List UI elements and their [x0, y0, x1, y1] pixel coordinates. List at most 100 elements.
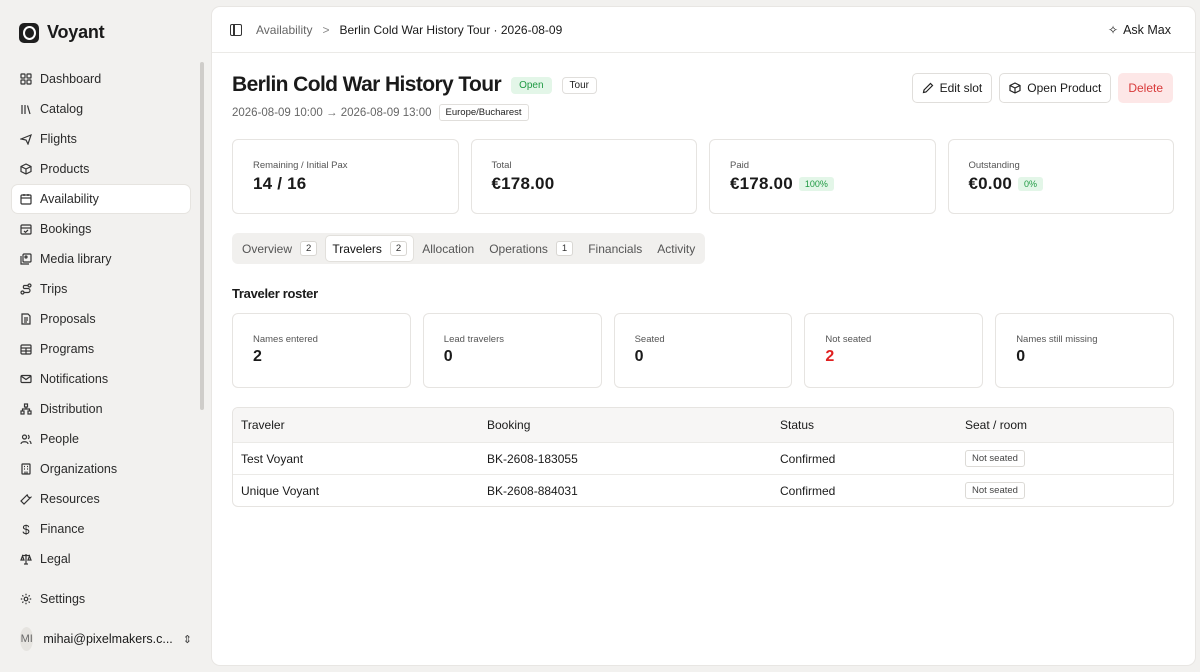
- sidebar-item-legal[interactable]: Legal: [12, 545, 190, 573]
- page-header: Berlin Cold War History Tour Open Tour 2…: [232, 73, 597, 121]
- sparkles-icon: ✧: [1108, 22, 1119, 37]
- sidebar-item-label: Bookings: [40, 222, 92, 236]
- table-row[interactable]: Unique Voyant BK-2608-884031 Confirmed N…: [233, 474, 1173, 506]
- sidebar-nav: Dashboard Catalog Flights Products Avail…: [12, 65, 190, 575]
- sidebar-item-resources[interactable]: Resources: [12, 485, 190, 513]
- avatar: MI: [20, 627, 34, 651]
- roster-card-not-seated: Not seated 2: [804, 313, 984, 388]
- column-header: Booking: [487, 418, 531, 432]
- chevron-up-down-icon: ⇕: [182, 633, 192, 646]
- sidebar-item-label: Resources: [40, 492, 100, 506]
- scale-icon: [20, 553, 32, 565]
- booking-ref[interactable]: BK-2608-884031: [480, 484, 773, 498]
- sidebar-item-bookings[interactable]: Bookings: [12, 215, 190, 243]
- sidebar-item-notifications[interactable]: Notifications: [12, 365, 190, 393]
- stat-label: Names entered: [253, 334, 318, 345]
- sidebar-item-label: Trips: [40, 282, 68, 296]
- sidebar-item-organizations[interactable]: Organizations: [12, 455, 190, 483]
- sidebar-item-availability[interactable]: Availability: [12, 185, 190, 213]
- edit-slot-button[interactable]: Edit slot: [911, 73, 993, 103]
- breadcrumb-separator: >: [322, 22, 330, 37]
- sidebar-item-media-library[interactable]: Media library: [12, 245, 190, 273]
- sidebar-item-label: Flights: [40, 132, 77, 146]
- sidebar-item-label: Catalog: [40, 102, 84, 116]
- mail-icon: [20, 373, 32, 385]
- table-header-row: Traveler Booking Status Seat / room: [233, 408, 1173, 442]
- tab-travelers[interactable]: Travelers 2: [326, 236, 414, 261]
- stat-value: €178.00: [491, 174, 555, 193]
- sidebar-item-proposals[interactable]: Proposals: [12, 305, 190, 333]
- booking-ref[interactable]: BK-2608-183055: [480, 452, 773, 466]
- stat-value: €0.00: [968, 174, 1013, 193]
- sidebar-item-programs[interactable]: Programs: [12, 335, 190, 363]
- sidebar-item-settings[interactable]: Settings: [12, 585, 190, 613]
- stat-value: 0: [634, 348, 644, 365]
- voyant-logo-icon: [19, 22, 39, 43]
- stat-label: Lead travelers: [443, 334, 504, 345]
- user-menu[interactable]: MI mihai@pixelmakers.c... ⇕: [20, 627, 192, 651]
- dashboard-icon: [20, 73, 32, 85]
- sidebar-item-label: Settings: [40, 592, 86, 606]
- sidebar-item-dashboard[interactable]: Dashboard: [12, 65, 190, 93]
- tab-label: Operations: [489, 241, 548, 256]
- sidebar-item-label: Distribution: [40, 402, 103, 416]
- seat-badge: Not seated: [965, 482, 1025, 499]
- topbar: Availability > Berlin Cold War History T…: [212, 7, 1195, 53]
- package-icon: [20, 163, 32, 175]
- sidebar-item-label: Media library: [40, 252, 112, 266]
- sidebar-scrollbar[interactable]: [200, 62, 204, 410]
- sidebar-toggle-icon[interactable]: [230, 23, 242, 36]
- tab-label: Travelers: [332, 241, 382, 256]
- stat-label: Remaining / Initial Pax: [253, 160, 348, 171]
- sidebar-item-distribution[interactable]: Distribution: [12, 395, 190, 423]
- tab-overview[interactable]: Overview 2: [236, 236, 323, 261]
- main-panel: Availability > Berlin Cold War History T…: [212, 7, 1195, 665]
- sidebar-item-label: Products: [40, 162, 90, 176]
- tab-activity[interactable]: Activity: [651, 236, 701, 261]
- sidebar-item-catalog[interactable]: Catalog: [12, 95, 190, 123]
- ask-max-label: Ask Max: [1123, 22, 1171, 37]
- sidebar-item-flights[interactable]: Flights: [12, 125, 190, 153]
- tab-allocation[interactable]: Allocation: [416, 236, 480, 261]
- breadcrumb-parent[interactable]: Availability: [256, 23, 312, 37]
- sidebar-item-people[interactable]: People: [12, 425, 190, 453]
- route-icon: [20, 283, 32, 295]
- sidebar-item-label: Availability: [40, 192, 99, 206]
- wrench-icon: [20, 493, 32, 505]
- breadcrumb-current: Berlin Cold War History Tour · 2026-08-0…: [339, 22, 563, 37]
- sidebar: Voyant Dashboard Catalog Flights Product…: [0, 0, 206, 672]
- building-icon: [20, 463, 32, 475]
- stat-card-paid: Paid €178.00 100%: [709, 139, 936, 214]
- tab-bar: Overview 2 Travelers 2 Allocation Operat…: [232, 233, 706, 264]
- ask-max-button[interactable]: ✧ Ask Max: [1108, 23, 1171, 37]
- brand-name: Voyant: [47, 22, 105, 42]
- sidebar-item-products[interactable]: Products: [12, 155, 190, 183]
- stat-card-remaining: Remaining / Initial Pax 14 / 16: [232, 139, 459, 214]
- sidebar-item-label: Proposals: [40, 312, 96, 326]
- stat-card-total: Total €178.00: [470, 139, 697, 214]
- sidebar-item-finance[interactable]: $ Finance: [12, 515, 190, 543]
- tab-label: Activity: [657, 241, 696, 256]
- gear-icon: [20, 593, 32, 605]
- brand[interactable]: Voyant: [19, 22, 105, 43]
- tab-operations[interactable]: Operations 1: [483, 236, 579, 261]
- open-product-button[interactable]: Open Product: [999, 73, 1112, 103]
- roster-card-names-entered: Names entered 2: [232, 313, 411, 388]
- network-icon: [20, 403, 32, 415]
- tab-financials[interactable]: Financials: [582, 236, 648, 261]
- table-row[interactable]: Test Voyant BK-2608-183055 Confirmed Not…: [233, 442, 1173, 474]
- stat-label: Outstanding: [968, 160, 1020, 171]
- roster-cards: Names entered 2 Lead travelers 0 Seated …: [232, 313, 1174, 388]
- stat-value: 2: [253, 348, 263, 365]
- stat-value: 0: [1016, 348, 1026, 365]
- roster-card-seated: Seated 0: [613, 313, 793, 388]
- sidebar-item-label: Notifications: [40, 372, 109, 386]
- images-icon: [20, 253, 32, 265]
- sidebar-item-trips[interactable]: Trips: [12, 275, 190, 303]
- stat-label: Names still missing: [1016, 334, 1098, 345]
- tab-label: Overview: [242, 241, 293, 256]
- delete-button[interactable]: Delete: [1118, 73, 1173, 103]
- package-icon: [1009, 82, 1021, 94]
- traveler-table: Traveler Booking Status Seat / room Test…: [232, 407, 1174, 507]
- user-email: mihai@pixelmakers.c...: [43, 632, 173, 646]
